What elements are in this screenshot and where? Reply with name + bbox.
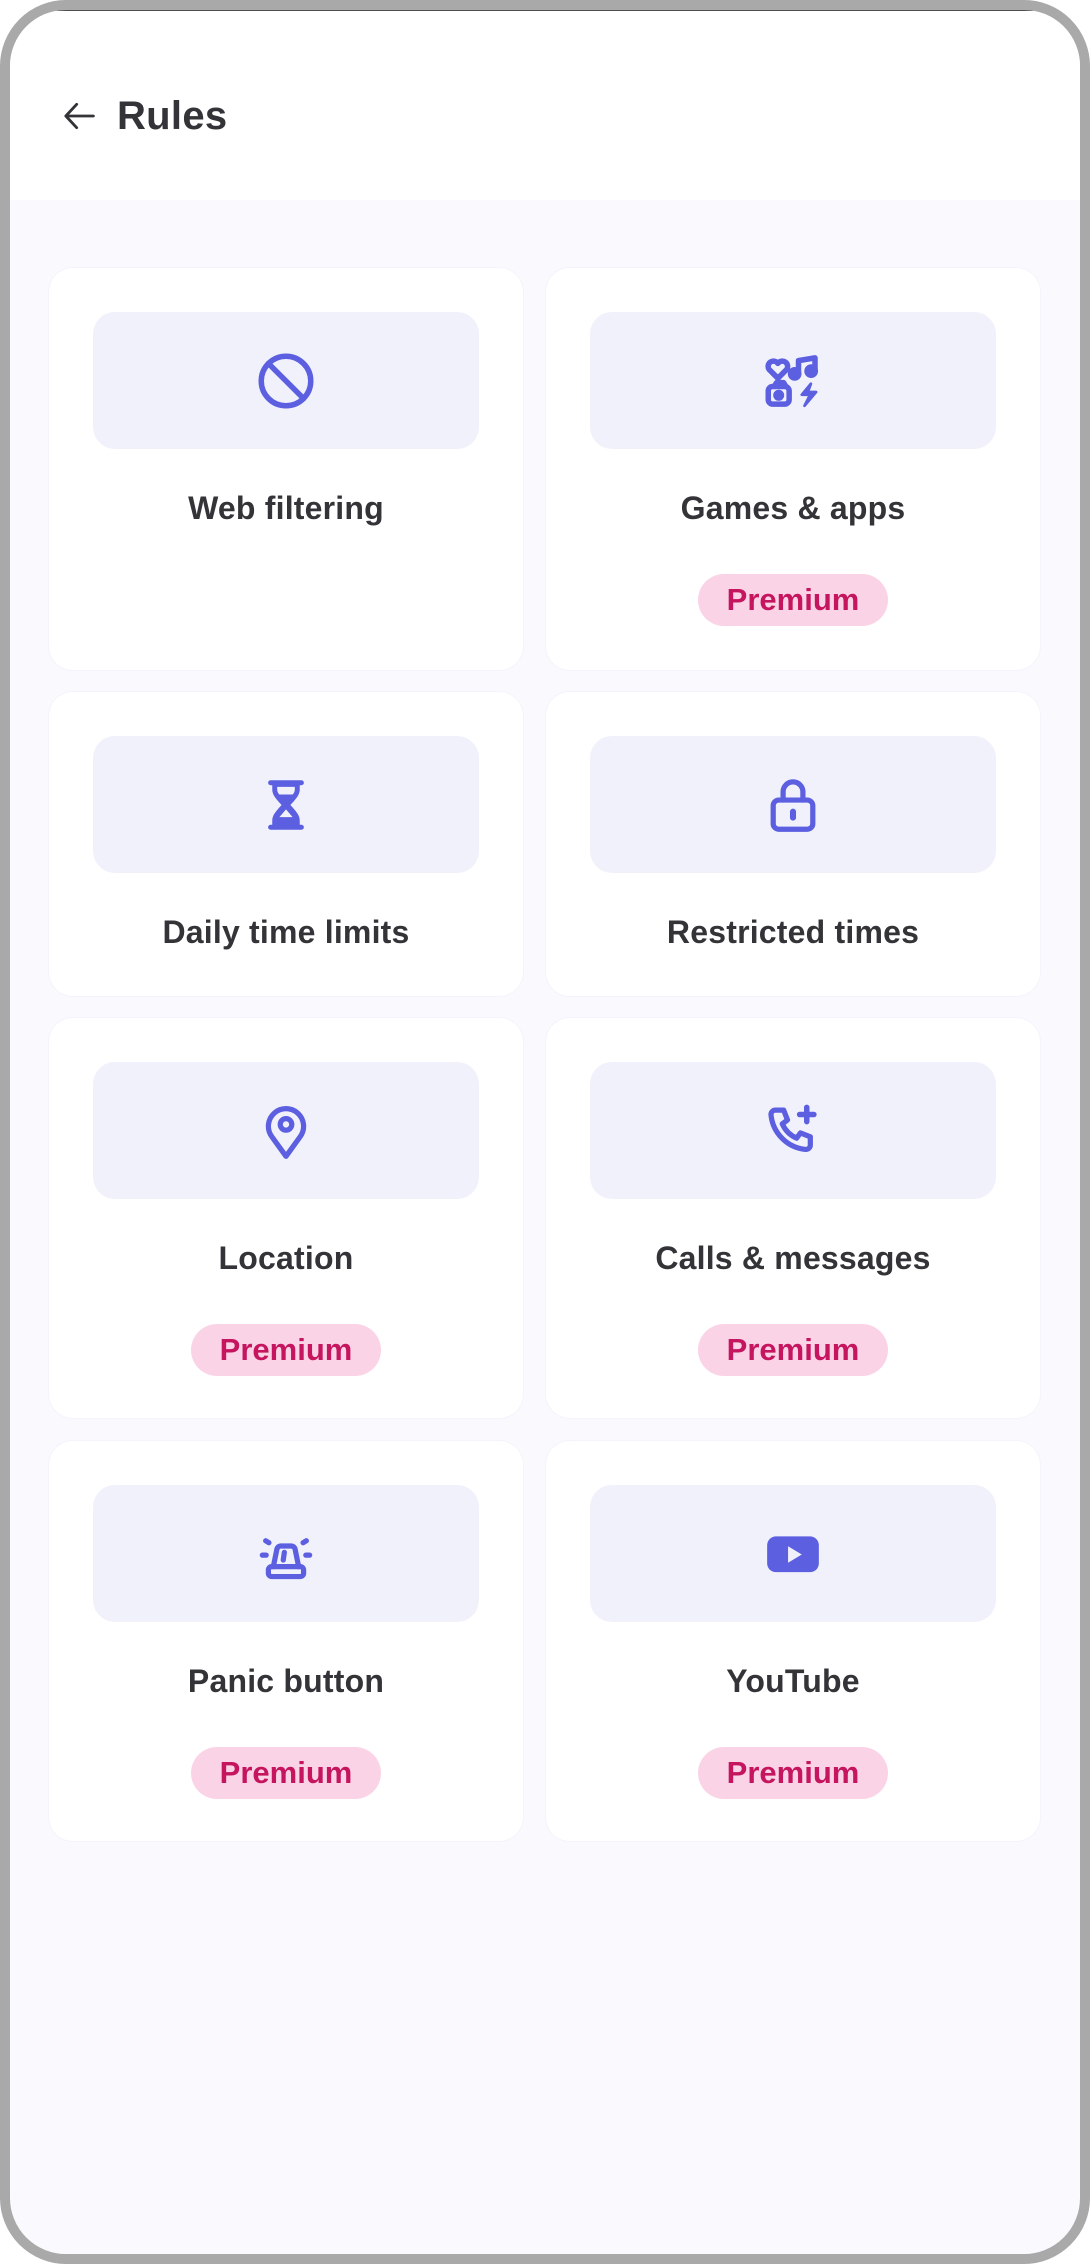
lock-icon <box>770 778 816 832</box>
rule-card-panic-button[interactable]: Panic button Premium <box>49 1441 523 1841</box>
siren-icon <box>259 1537 313 1579</box>
rule-card-daily-time-limits[interactable]: Daily time limits <box>49 692 523 996</box>
rule-card-restricted-times[interactable]: Restricted times <box>546 692 1040 996</box>
phone-plus-icon <box>768 1104 817 1152</box>
location-pin-icon <box>265 1105 307 1159</box>
icon-container <box>93 1062 479 1199</box>
icon-container <box>93 736 479 873</box>
rule-title: Restricted times <box>666 914 920 950</box>
premium-badge: Premium <box>191 1747 381 1799</box>
icon-container <box>590 1485 996 1622</box>
rule-card-games-apps[interactable]: Games & apps Premium <box>546 268 1040 670</box>
premium-badge: Premium <box>698 1324 888 1376</box>
icon-container <box>590 312 996 449</box>
icon-container <box>590 1062 996 1199</box>
rule-title: Daily time limits <box>162 914 410 950</box>
hourglass-icon <box>268 779 304 830</box>
rule-card-location[interactable]: Location Premium <box>49 1018 523 1418</box>
premium-badge: Premium <box>698 1747 888 1799</box>
rule-title: Calls & messages <box>655 1240 931 1276</box>
rule-title: Games & apps <box>680 490 906 526</box>
rules-grid: Web filtering Games & apps Premium Daily… <box>0 0 1090 2264</box>
icon-container <box>590 736 996 873</box>
premium-badge: Premium <box>698 574 888 626</box>
rule-title: Web filtering <box>188 490 384 526</box>
block-icon <box>258 353 314 408</box>
apps-categories-icon <box>765 354 819 407</box>
rule-title: YouTube <box>726 1663 860 1699</box>
icon-container <box>93 312 479 449</box>
youtube-icon <box>767 1535 819 1572</box>
icon-container <box>93 1485 479 1622</box>
rule-card-web-filtering[interactable]: Web filtering <box>49 268 523 670</box>
rule-card-youtube[interactable]: YouTube Premium <box>546 1441 1040 1841</box>
rule-card-calls-messages[interactable]: Calls & messages Premium <box>546 1018 1040 1418</box>
premium-badge: Premium <box>191 1324 381 1376</box>
rule-title: Location <box>218 1240 354 1276</box>
rule-title: Panic button <box>187 1663 385 1699</box>
